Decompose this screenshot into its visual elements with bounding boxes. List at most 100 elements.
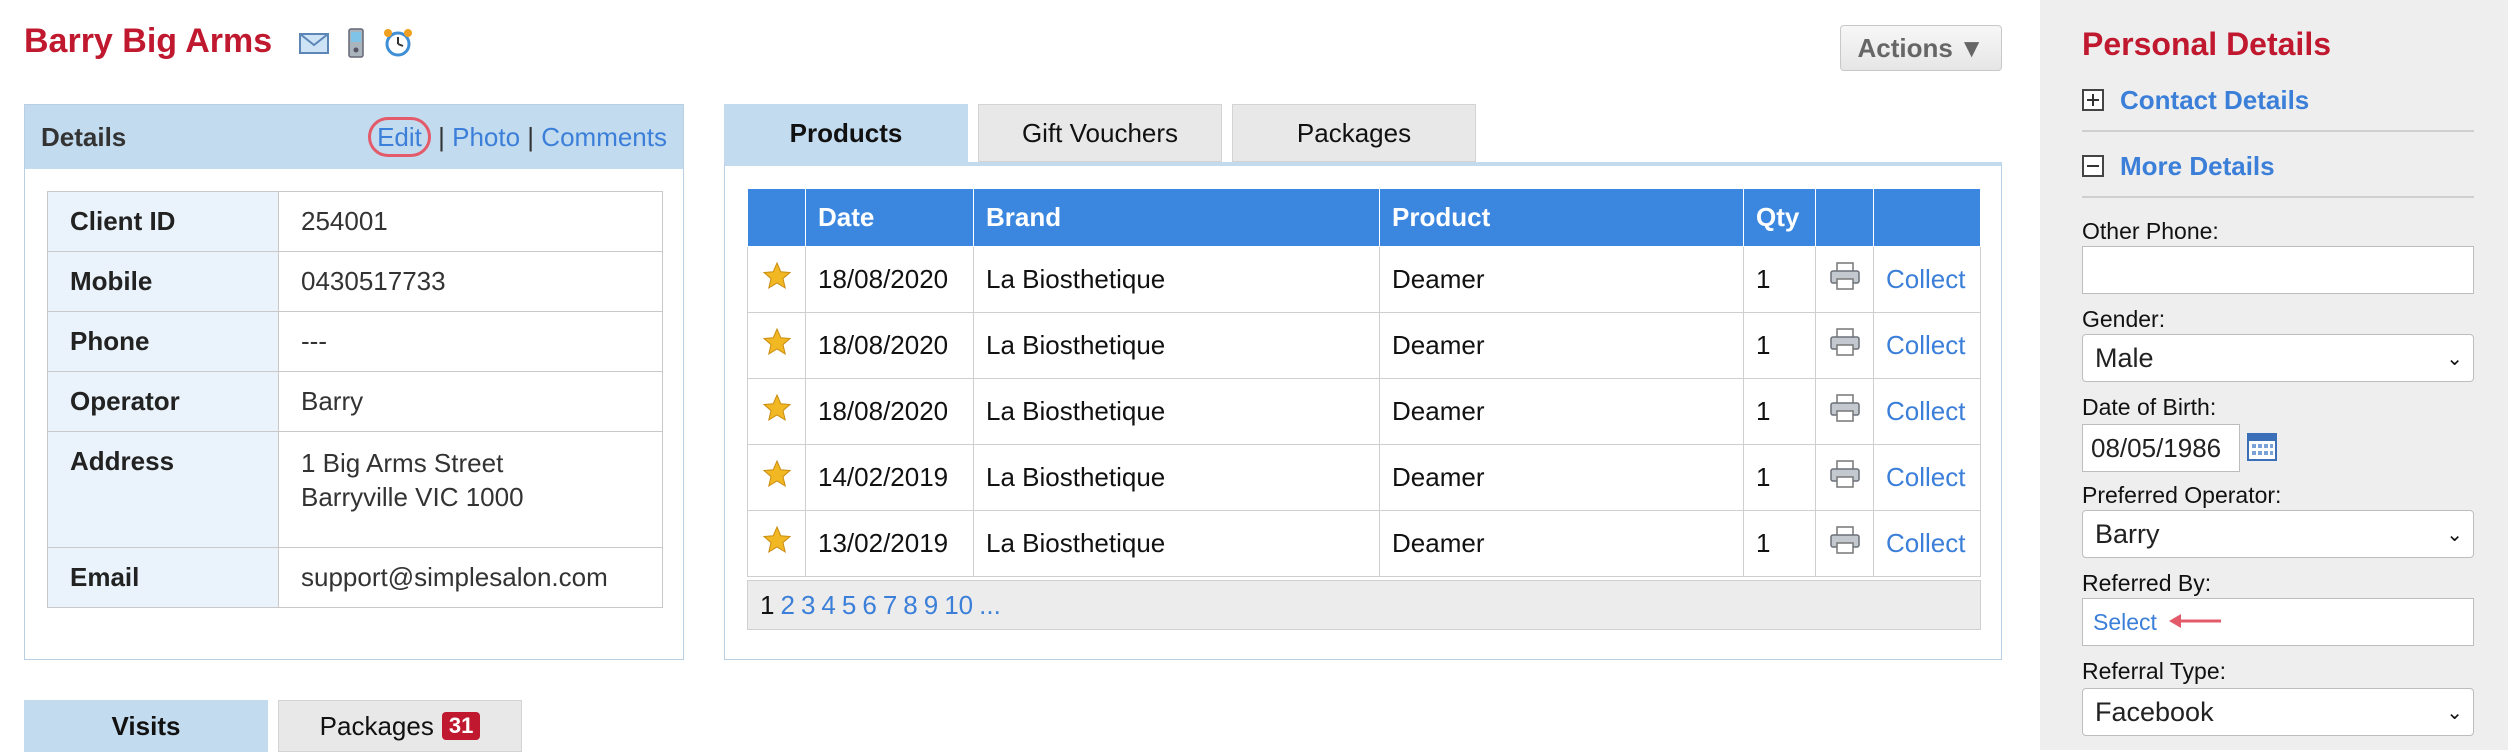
product-date: 13/02/2019	[805, 510, 974, 577]
referral-type-select[interactable]: Facebook ⌄	[2082, 688, 2474, 736]
address-line-2: Barryville VIC 1000	[301, 482, 524, 512]
print-icon[interactable]	[1815, 246, 1874, 313]
detail-label: Email	[47, 547, 279, 608]
detail-label: Client ID	[47, 191, 279, 252]
calendar-icon[interactable]	[2246, 430, 2278, 462]
tab-gift-vouchers[interactable]: Gift Vouchers	[978, 104, 1222, 162]
mobile-value: 0430517733	[278, 251, 663, 312]
dob-label: Date of Birth:	[2082, 394, 2217, 420]
packages-count-badge: 31	[441, 712, 481, 740]
collect-link[interactable]: Collect	[1886, 330, 1965, 360]
product-qty: 1	[1743, 510, 1816, 577]
product-brand: La Biosthetique	[973, 312, 1380, 379]
gender-label: Gender:	[2082, 306, 2166, 332]
chevron-down-icon: ⌄	[2446, 523, 2463, 546]
page-link[interactable]: 7	[883, 590, 897, 621]
product-date: 18/08/2020	[805, 378, 974, 445]
product-row: 18/08/2020 La Biosthetique Deamer 1 Collect	[747, 312, 1981, 379]
page-link[interactable]: 8	[903, 590, 917, 621]
product-brand: La Biosthetique	[973, 444, 1380, 511]
product-date: 14/02/2019	[805, 444, 974, 511]
arrow-left-icon	[2167, 607, 2223, 638]
column-header-date[interactable]: Date	[805, 188, 974, 247]
triangle-down-icon: ▼	[1958, 32, 1985, 63]
page-link[interactable]: 3	[801, 590, 815, 621]
page-link[interactable]: 5	[842, 590, 856, 621]
page-link[interactable]: 9	[924, 590, 938, 621]
product-name: Deamer	[1379, 246, 1744, 313]
alarm-clock-icon[interactable]	[382, 28, 414, 58]
gender-select-value: Male	[2095, 342, 2154, 373]
star-icon[interactable]	[747, 246, 806, 313]
contact-details-toggle[interactable]: Contact Details	[2082, 70, 2474, 132]
tab-packages[interactable]: Packages	[1232, 104, 1476, 162]
dob-input[interactable]: 08/05/1986	[2082, 424, 2240, 472]
tab-bottom-packages[interactable]: Packages 31	[278, 700, 522, 752]
product-date: 18/08/2020	[805, 312, 974, 379]
page-current: 1	[760, 589, 775, 620]
product-row: 14/02/2019 La Biosthetique Deamer 1 Collect	[747, 444, 1981, 511]
more-details-link[interactable]: More Details	[2120, 151, 2275, 182]
address-value: 1 Big Arms Street Barryville VIC 1000	[278, 431, 663, 548]
details-links: Edit | Photo | Comments	[368, 116, 667, 157]
product-row: 18/08/2020 La Biosthetique Deamer 1 Collect	[747, 246, 1981, 313]
preferred-operator-label: Preferred Operator:	[2082, 482, 2282, 508]
collect-link[interactable]: Collect	[1886, 462, 1965, 492]
actions-label: Actions	[1857, 32, 1953, 63]
collect-cell: Collect	[1873, 444, 1981, 511]
print-icon[interactable]	[1815, 444, 1874, 511]
column-header-print	[1815, 188, 1874, 247]
product-row: 13/02/2019 La Biosthetique Deamer 1 Collect	[747, 510, 1981, 577]
column-header-product[interactable]: Product	[1379, 188, 1744, 247]
comments-link[interactable]: Comments	[541, 122, 667, 152]
star-icon[interactable]	[747, 444, 806, 511]
print-icon[interactable]	[1815, 378, 1874, 445]
actions-button[interactable]: Actions ▼	[1840, 25, 2002, 71]
page-link[interactable]: 2	[780, 590, 794, 621]
detail-label: Operator	[47, 371, 279, 432]
collect-link[interactable]: Collect	[1886, 264, 1965, 294]
link-separator: |	[527, 121, 535, 152]
header-icons	[298, 28, 414, 58]
page-link[interactable]: 10	[944, 590, 973, 621]
edit-link[interactable]: Edit	[368, 116, 431, 157]
star-icon[interactable]	[747, 312, 806, 379]
address-line-1: 1 Big Arms Street	[301, 448, 504, 478]
print-icon[interactable]	[1815, 510, 1874, 577]
contact-details-link[interactable]: Contact Details	[2120, 85, 2309, 116]
print-icon[interactable]	[1815, 312, 1874, 379]
products-header-row: Date Brand Product Qty	[747, 188, 1981, 247]
column-header-qty[interactable]: Qty	[1743, 188, 1816, 247]
collect-link[interactable]: Collect	[1886, 396, 1965, 426]
page-link[interactable]: 4	[821, 590, 835, 621]
other-phone-input[interactable]	[2082, 246, 2474, 294]
more-details-toggle[interactable]: More Details	[2082, 136, 2474, 198]
star-icon[interactable]	[747, 510, 806, 577]
page-link-more[interactable]: ...	[979, 590, 1001, 621]
collect-cell: Collect	[1873, 246, 1981, 313]
mobile-phone-icon[interactable]	[340, 28, 372, 58]
preferred-operator-select[interactable]: Barry ⌄	[2082, 510, 2474, 558]
email-value: support@simplesalon.com	[278, 547, 663, 608]
product-qty: 1	[1743, 312, 1816, 379]
referred-by-select-link[interactable]: Select	[2093, 609, 2157, 636]
referred-by-label: Referred By:	[2082, 570, 2212, 596]
product-name: Deamer	[1379, 378, 1744, 445]
photo-link[interactable]: Photo	[452, 122, 520, 152]
details-panel: Details Edit | Photo | Comments Client I…	[24, 104, 684, 660]
collect-link[interactable]: Collect	[1886, 528, 1965, 558]
column-header-brand[interactable]: Brand	[973, 188, 1380, 247]
detail-row: Email support@simplesalon.com	[47, 547, 663, 608]
star-icon[interactable]	[747, 378, 806, 445]
client-details-table: Client ID 254001 Mobile 0430517733 Phone…	[47, 191, 663, 608]
gender-select[interactable]: Male ⌄	[2082, 334, 2474, 382]
column-header-action	[1873, 188, 1981, 247]
page-link[interactable]: 6	[862, 590, 876, 621]
email-icon[interactable]	[298, 28, 330, 58]
personal-details-title: Personal Details	[2082, 26, 2331, 62]
detail-row: Mobile 0430517733	[47, 251, 663, 312]
tab-products[interactable]: Products	[724, 104, 968, 162]
details-header: Details Edit | Photo | Comments	[25, 105, 683, 169]
tab-visits[interactable]: Visits	[24, 700, 268, 752]
product-row: 18/08/2020 La Biosthetique Deamer 1 Collect	[747, 378, 1981, 445]
